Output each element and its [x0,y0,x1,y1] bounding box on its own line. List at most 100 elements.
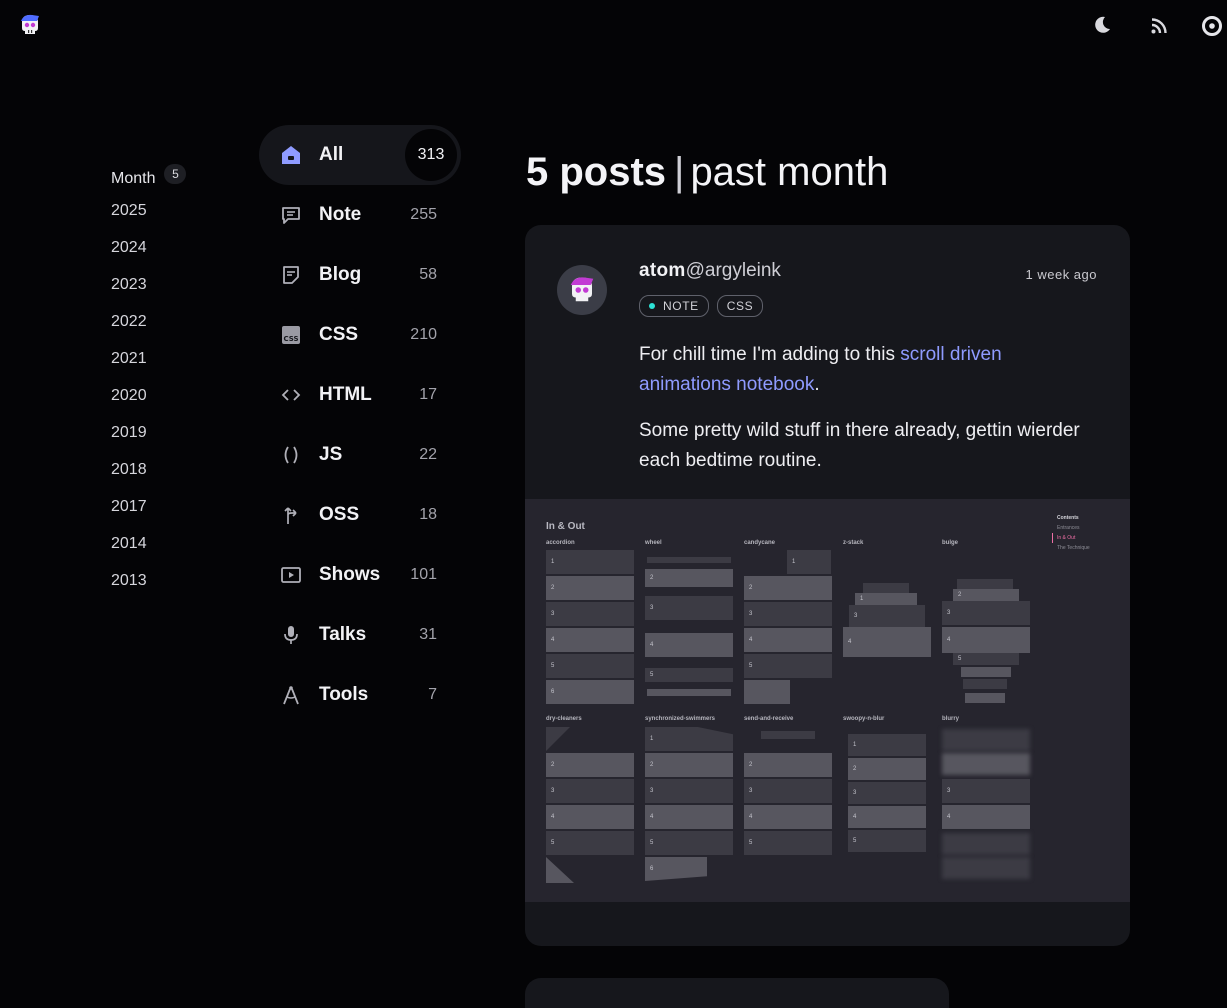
category-js[interactable]: JS 22 [259,425,461,485]
demo-block: 4 [546,805,634,829]
demo-block: 1 [855,593,917,605]
year-item[interactable]: 2022 [111,308,231,345]
demo-block: 4 [744,628,832,652]
demo-number: 3 [551,788,555,794]
tag-label: CSS [726,299,754,313]
demo-block: 3 [848,782,926,804]
demo-block [963,679,1007,689]
category-shows[interactable]: Shows 101 [259,545,461,605]
demo-block [957,579,1013,589]
category-css[interactable]: CSS CSS 210 [259,305,461,365]
demo-block: 1 [546,550,634,574]
category-count: 101 [410,566,437,583]
demo-block: 2 [744,576,832,600]
demo-block [744,680,790,704]
category-label: JS [319,444,343,465]
year-item-month[interactable]: Month 5 [111,160,231,197]
category-blog[interactable]: Blog 58 [259,245,461,305]
demo-block: 3 [744,602,832,626]
category-talks[interactable]: Talks 31 [259,605,461,665]
demo-block: 3 [546,602,634,626]
demo-label: z-stack [843,540,864,546]
demo-number: 3 [749,611,753,617]
demo-block: 4 [848,806,926,828]
year-item[interactable]: 2014 [111,530,231,567]
demo-number: 3 [650,605,654,611]
demo-number: 2 [853,766,857,772]
category-count: 17 [419,386,437,403]
demo-number: 1 [792,559,796,565]
circle-menu-icon[interactable] [1201,15,1223,37]
demo-number: 5 [650,672,654,678]
category-html[interactable]: HTML 17 [259,365,461,425]
demo-number: 3 [947,788,951,794]
post-author[interactable]: atom@argyleink [639,260,781,282]
demo-block: 6 [546,680,634,704]
demo-number: 2 [551,585,555,591]
demo-label: accordion [546,540,575,546]
demo-number: 5 [551,663,555,669]
post-image[interactable]: In & Out Contents Entrances In & Out The… [525,499,1130,902]
toc-item: In & Out [1052,533,1090,543]
demo-number: 2 [749,585,753,591]
category-count: 31 [419,626,437,643]
demo-number: 3 [853,790,857,796]
demo-label: synchronized-swimmers [645,716,716,722]
demo-number: 4 [848,639,852,645]
demo-block: 5 [848,830,926,852]
demo-block: 5 [645,668,733,682]
year-item[interactable]: 2019 [111,419,231,456]
year-item[interactable]: 2020 [111,382,231,419]
moon-icon[interactable] [1091,14,1113,36]
year-item[interactable]: 2023 [111,271,231,308]
year-item[interactable]: 2021 [111,345,231,382]
demo-block [942,857,1030,879]
demo-block: 2 [546,576,634,600]
category-oss[interactable]: OSS 18 [259,485,461,545]
demo-block: 4 [744,805,832,829]
tag-note[interactable]: NOTE [639,295,709,317]
year-item[interactable]: 2017 [111,493,231,530]
year-item[interactable]: 2024 [111,234,231,271]
demo-number: 5 [650,840,654,846]
demo-block: 3 [645,596,733,620]
category-tools[interactable]: Tools 7 [259,665,461,725]
post-time[interactable]: 1 week ago [1026,267,1098,282]
category-label: All [319,144,344,165]
post-tags: NOTE CSS [639,295,764,317]
demo-block: 4 [546,628,634,652]
demo-block [965,693,1005,703]
demo-number: 2 [650,762,654,768]
toc-item: Entrances [1057,525,1080,531]
demo-block [647,689,731,696]
year-item[interactable]: 2013 [111,567,231,604]
demo-block: 4 [942,805,1030,829]
demo-number: 4 [551,814,555,820]
rss-icon[interactable] [1148,15,1170,37]
skull-logo-icon[interactable] [18,13,42,37]
year-item[interactable]: 2025 [111,197,231,234]
category-all[interactable]: All 313 [259,125,461,185]
post-body: For chill time I'm adding to this scroll… [639,340,1089,492]
demo-block: 3 [744,779,832,803]
category-label: Tools [319,684,369,705]
demo-block: 1 [787,550,831,574]
demo-block: 3 [942,779,1030,803]
category-label: Talks [319,624,367,645]
demo-block: 5 [744,654,832,678]
category-note[interactable]: Note 255 [259,185,461,245]
category-label: CSS [319,324,359,345]
demo-block: 2 [953,589,1019,601]
post-text: For chill time I'm adding to this [639,344,901,365]
demo-block: 2 [645,753,733,777]
category-count: 255 [410,206,437,223]
demo-number: 3 [551,611,555,617]
avatar[interactable] [557,265,607,315]
year-item[interactable]: 2018 [111,456,231,493]
branch-icon [279,503,303,527]
demo-block [546,857,574,883]
demo-block: 3 [546,779,634,803]
demo-number: 4 [551,637,555,643]
tag-css[interactable]: CSS [716,295,764,317]
category-label: Shows [319,564,381,585]
